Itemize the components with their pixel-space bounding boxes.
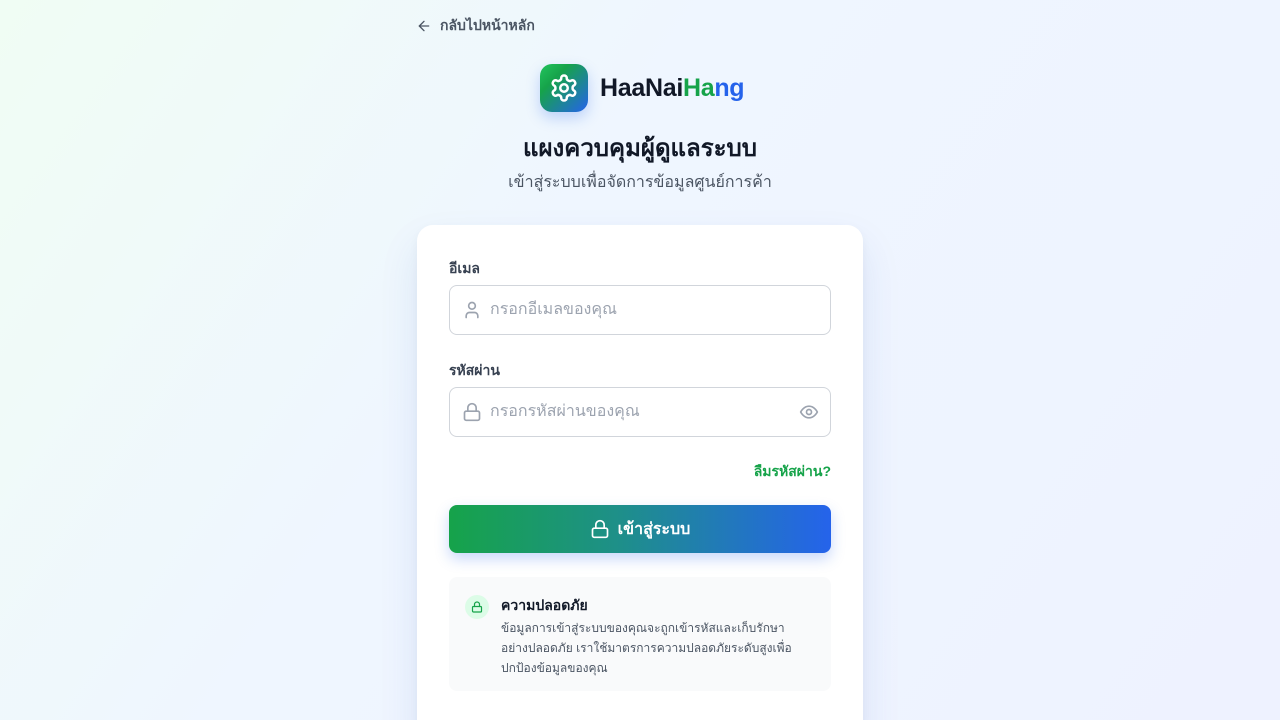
brand-name-part-1: HaaNai — [600, 73, 683, 102]
security-notice-body: ข้อมูลการเข้าสู่ระบบของคุณจะถูกเข้ารหัสแ… — [501, 621, 792, 675]
password-input[interactable] — [490, 388, 798, 436]
shield-lock-icon — [465, 595, 489, 619]
security-notice: ความปลอดภัย ข้อมูลการเข้าสู่ระบบของคุณจะ… — [449, 577, 831, 691]
password-label: รหัสผ่าน — [449, 362, 500, 378]
email-field[interactable] — [449, 285, 831, 335]
user-icon — [462, 300, 482, 320]
page-title: แผงควบคุมผู้ดูแลระบบ — [523, 135, 757, 162]
brand-name: HaaNaiHang — [600, 73, 745, 103]
login-button[interactable]: เข้าสู่ระบบ — [449, 505, 831, 553]
email-input[interactable] — [490, 286, 830, 334]
forgot-password-link[interactable]: ลืมรหัสผ่าน? — [754, 461, 831, 483]
back-link-label: กลับไปหน้าหลัก — [440, 17, 535, 33]
eye-icon[interactable] — [798, 401, 820, 423]
brand: HaaNaiHang — [540, 64, 745, 112]
login-button-label: เข้าสู่ระบบ — [617, 520, 691, 538]
brand-name-part-2: Ha — [682, 73, 715, 102]
email-label: อีเมล — [449, 260, 481, 276]
brand-logo — [540, 64, 588, 112]
lock-icon — [590, 519, 610, 539]
gear-icon — [549, 73, 579, 103]
password-field[interactable] — [449, 387, 831, 437]
page-subtitle: เข้าสู่ระบบเพื่อจัดการข้อมูลศูนย์การค้า — [508, 174, 772, 191]
login-card: อีเมล รหัสผ่าน ลืมรหัสผ่าน? เข้าสู่ระบบ … — [417, 225, 863, 720]
security-notice-title: ความปลอดภัย — [501, 597, 588, 613]
back-to-home-link[interactable]: กลับไปหน้าหลัก — [416, 16, 535, 36]
arrow-left-icon — [416, 18, 432, 34]
brand-name-part-3: ng — [714, 73, 745, 102]
lock-icon — [462, 402, 482, 422]
